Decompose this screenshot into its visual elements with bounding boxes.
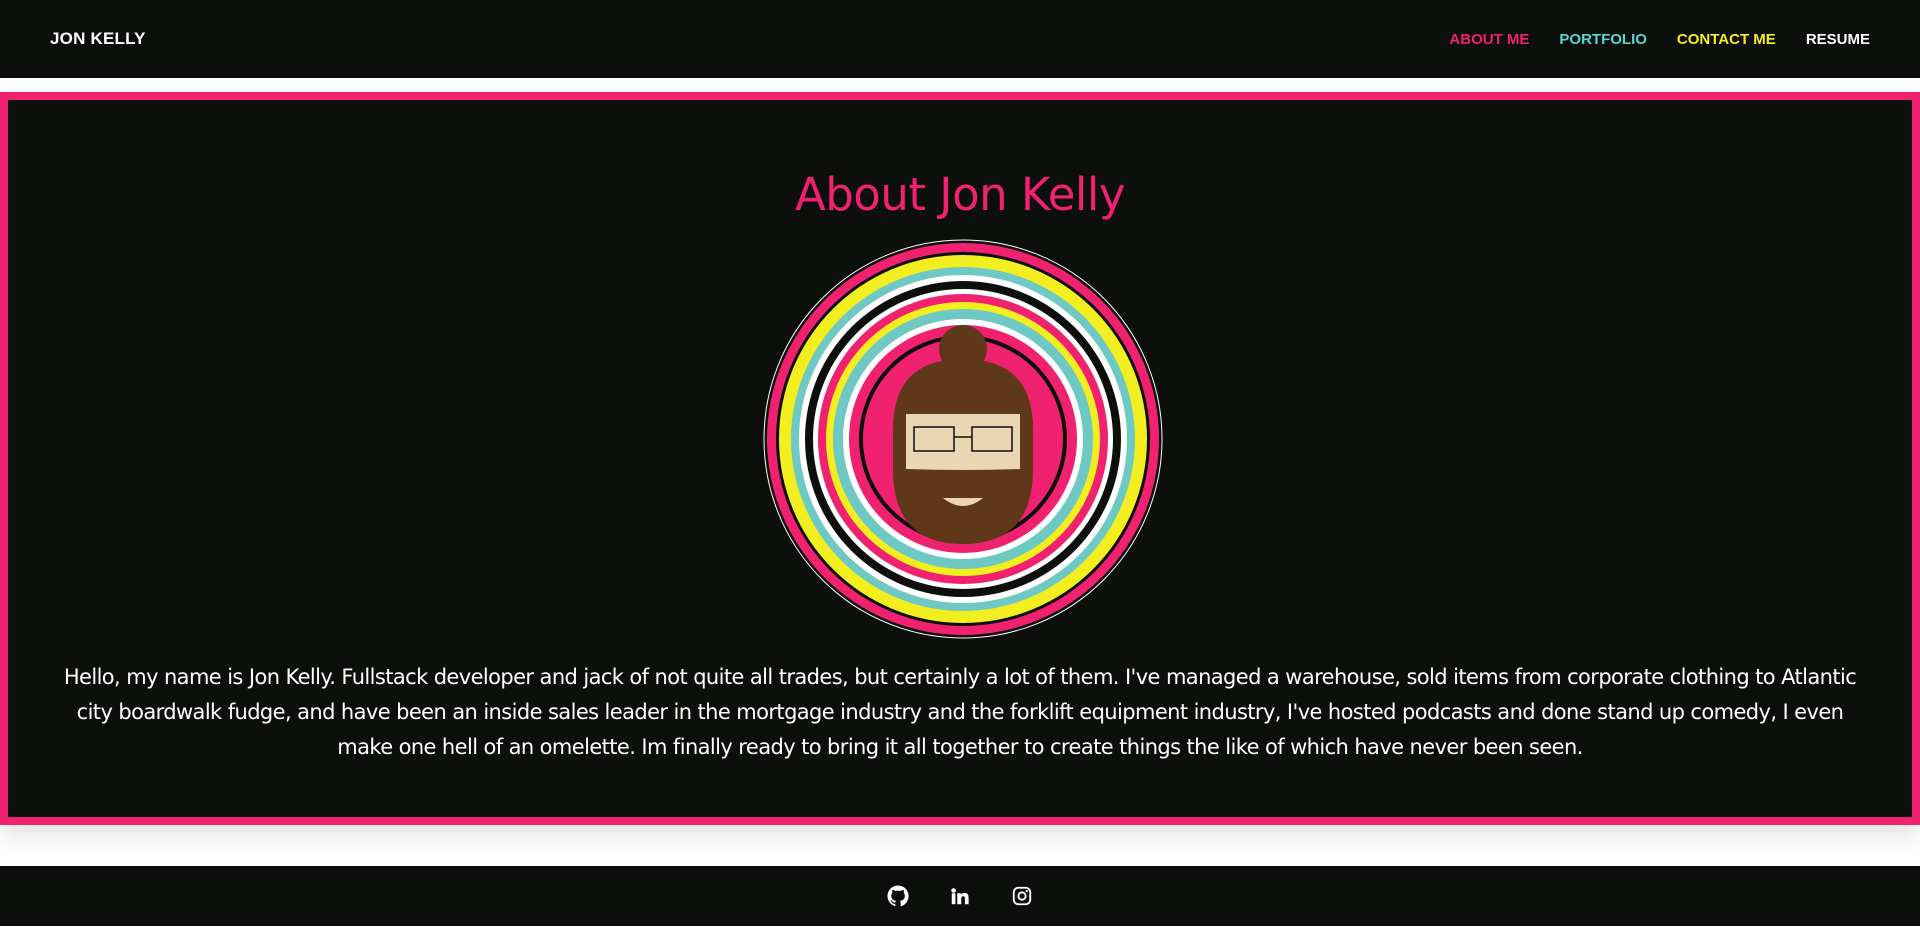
navbar: JON KELLY ABOUT ME PORTFOLIO CONTACT ME …	[0, 0, 1920, 78]
nav-links: ABOUT ME PORTFOLIO CONTACT ME RESUME	[1449, 31, 1870, 48]
avatar-image	[763, 239, 1163, 639]
footer	[0, 866, 1920, 926]
linkedin-link[interactable]	[947, 883, 973, 909]
nav-about-me[interactable]: ABOUT ME	[1449, 31, 1529, 48]
about-title: About Jon Kelly	[794, 168, 1126, 221]
linkedin-icon	[951, 888, 969, 905]
github-link[interactable]	[885, 883, 911, 909]
nav-resume[interactable]: RESUME	[1806, 31, 1870, 48]
github-icon	[887, 885, 909, 907]
brand-link[interactable]: JON KELLY	[50, 29, 146, 49]
about-bio: Hello, my name is Jon Kelly. Fullstack d…	[63, 665, 1857, 759]
nav-portfolio[interactable]: PORTFOLIO	[1559, 31, 1647, 48]
nav-contact-me[interactable]: CONTACT ME	[1677, 31, 1776, 48]
instagram-link[interactable]	[1009, 883, 1035, 909]
about-section: About Jon Kelly Hello, my name is Jon Ke…	[0, 92, 1920, 825]
instagram-icon	[1012, 886, 1032, 906]
